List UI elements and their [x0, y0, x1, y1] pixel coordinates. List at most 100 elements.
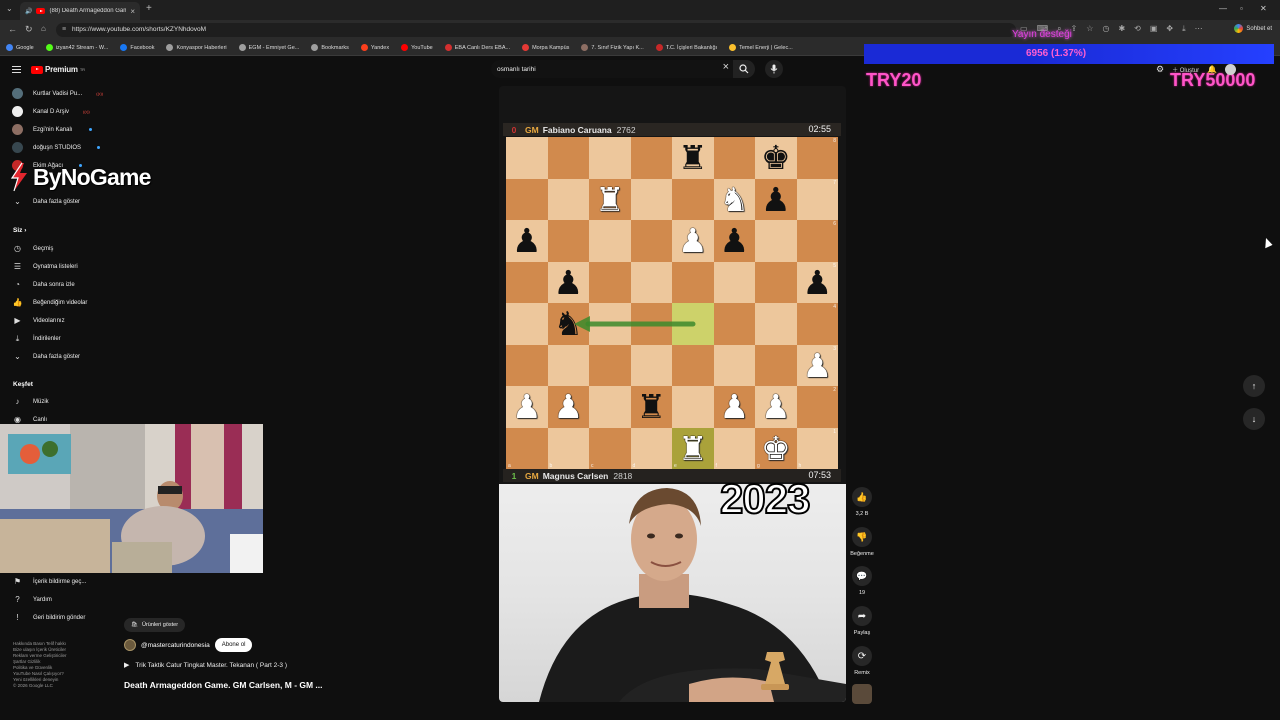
youtube-premium-logo[interactable]: Premium TR	[31, 65, 85, 74]
white-knight-icon: ♞	[719, 179, 750, 219]
bookmark-item[interactable]: Konyaspor Haberleri	[166, 44, 227, 51]
close-window-icon[interactable]: ✕	[1260, 4, 1267, 13]
back-icon[interactable]: ←	[8, 24, 17, 34]
bookmark-item[interactable]: YouTube	[401, 44, 433, 51]
bookmark-item[interactable]: Yandex	[360, 44, 389, 51]
subscription-item[interactable]: Kanal D Arşiv ((•))	[12, 106, 90, 117]
minimize-icon[interactable]: —	[1219, 4, 1227, 13]
history-icon[interactable]: ◷	[1102, 24, 1109, 34]
avatar[interactable]	[1225, 64, 1237, 75]
share-button[interactable]: ➦	[852, 606, 872, 626]
sidebar-item-thumb-up[interactable]: 👍 Beğendiğim videolar	[12, 298, 88, 307]
next-short-button[interactable]: ↓	[1243, 408, 1265, 430]
notifications-icon[interactable]: 🔔	[1207, 65, 1217, 74]
channel-handle[interactable]: @mastercaturindonesia	[141, 642, 210, 649]
comments-button[interactable]: 💬	[852, 566, 872, 586]
lock-icon[interactable]: ≡	[62, 23, 66, 37]
bookmark-item[interactable]: Morpa Kampüs	[522, 44, 569, 51]
sidebar-item-live[interactable]: ◉ Canlı	[12, 415, 47, 424]
channel-avatar	[12, 88, 23, 99]
square-a3	[506, 344, 548, 386]
bookmark-label: Google	[16, 44, 34, 51]
chat-button[interactable]: Sohbet et	[1234, 24, 1272, 33]
subscription-item[interactable]: Ezgi'nin Kanalı	[12, 124, 92, 135]
sidebar-item-download[interactable]: ⤓ İndirilenler	[12, 334, 61, 344]
download-icon[interactable]: ⤓	[1182, 24, 1186, 34]
bookmark-item[interactable]: Bookmarks	[311, 44, 349, 51]
extension-icon[interactable]: ✱	[1118, 24, 1125, 34]
bookmark-item[interactable]: Facebook	[120, 44, 154, 51]
like-action[interactable]: 👍 3,2 B	[849, 487, 875, 517]
clear-search-icon[interactable]: ×	[723, 61, 729, 73]
sidebar-item-feedback[interactable]: ! Geri bildirim gönder	[12, 613, 85, 622]
maximize-icon[interactable]: ▫	[1240, 4, 1243, 13]
create-button[interactable]: ＋ Oluştur	[1172, 65, 1199, 74]
sidebar-item-video[interactable]: ▶ Videolarınız	[12, 316, 64, 325]
previous-short-button[interactable]: ↑	[1243, 375, 1265, 397]
comments-action[interactable]: 💬 19	[849, 566, 875, 596]
square-f4	[713, 303, 755, 345]
puzzle-icon[interactable]: ✥	[1166, 24, 1173, 34]
square-e2	[672, 386, 714, 428]
bookmark-item[interactable]: Google	[6, 44, 34, 51]
settings-icon[interactable]: ⚙	[1156, 64, 1164, 75]
sidebar-item-flag[interactable]: ⚑ İçerik bildirme geç...	[12, 577, 86, 586]
dislike-action[interactable]: 👎 Beğenme	[849, 527, 875, 557]
search-input[interactable]: osmanlı tarihi ×	[491, 60, 755, 78]
new-tab-icon[interactable]: +	[146, 3, 152, 14]
show-more-subscriptions[interactable]: ⌄ Daha fazla göster	[12, 197, 80, 206]
bookmark-item[interactable]: 7. Sınıf Fizik Yapı K...	[581, 44, 644, 51]
url-field[interactable]: ≡ https://www.youtube.com/shorts/KZYNhdo…	[56, 23, 1016, 37]
channel-avatar[interactable]	[124, 639, 136, 651]
short-title[interactable]: Death Armageddon Game. GM Carlsen, M - G…	[124, 680, 323, 690]
bookmark-item[interactable]: T.C. İçişleri Bakanlığı	[655, 44, 717, 51]
sidebar-item-clock[interactable]: ◔ Daha sonra izle	[12, 280, 75, 289]
subscription-item[interactable]: Kurtlar Vadisi Pu... ((•))	[12, 88, 103, 99]
share-action[interactable]: ➦ Paylaş	[849, 606, 875, 636]
subscription-item[interactable]: doğuşn STUDIOS	[12, 142, 101, 153]
bookmark-label: izyan42 Stream - W...	[55, 44, 109, 51]
audio-icon[interactable]: 🔊	[25, 8, 32, 15]
playlist-link[interactable]: ▶ Trik Taktik Catur Tingkat Master. Teka…	[124, 661, 287, 670]
sidebar-item-label: Canlı	[33, 416, 48, 423]
bookmark-item[interactable]: EBA Canlı Ders EBA...	[444, 44, 510, 51]
tab-list-chevron-icon[interactable]: ⌄	[6, 4, 13, 13]
home-icon[interactable]: ⌂	[41, 24, 46, 33]
bookmark-favicon-icon	[655, 44, 663, 51]
black-pawn-icon: ♟	[719, 221, 750, 261]
you-section-header[interactable]: Siz ›	[13, 227, 26, 234]
comment-icon: 💬	[856, 570, 868, 581]
voice-search-button[interactable]	[765, 60, 783, 78]
sidebar-item-music[interactable]: ♪ Müzik	[12, 397, 49, 406]
sound-action[interactable]	[849, 684, 875, 704]
screenshot-icon[interactable]: ▣	[1150, 24, 1158, 34]
sidebar-item-history[interactable]: ◷ Geçmiş	[12, 244, 53, 253]
sound-thumbnail[interactable]	[852, 684, 872, 704]
hamburger-menu-icon[interactable]	[12, 66, 21, 73]
reload-icon[interactable]: ↻	[25, 24, 33, 35]
bookmark-star-icon[interactable]: ☆	[1086, 24, 1093, 34]
show-more-you[interactable]: ⌄ Daha fazla göster	[12, 352, 80, 361]
sidebar-item-playlist[interactable]: ☰ Oynatma listeleri	[12, 262, 78, 271]
dislike-button[interactable]: 👎	[852, 527, 872, 547]
short-video-player[interactable]: 0 GM Fabiano Caruana 2762 02:55 ♜ ♚ 8 ♜ ♞ ♟ 7 ♟…	[499, 86, 846, 702]
square-f8	[713, 137, 755, 179]
subscribe-button[interactable]: Abone ol	[214, 638, 253, 652]
bookmark-item[interactable]: EGM - Emniyet Ge...	[238, 44, 299, 51]
menu-dots-icon[interactable]: ⋯	[1195, 24, 1203, 34]
bookmark-item[interactable]: Temel Enerji | Gelec...	[729, 44, 793, 51]
browser-tab-active[interactable]: 🔊 (88) Death Armageddon Game. ×	[20, 2, 140, 20]
sync-icon[interactable]: ⟲	[1134, 24, 1141, 34]
bookmark-item[interactable]: izyan42 Stream - W...	[45, 44, 109, 51]
remix-button[interactable]: ⟳	[852, 646, 872, 666]
remix-action[interactable]: ⟳ Remix	[849, 646, 875, 676]
youtube-header-left: Premium TR	[12, 65, 85, 74]
white-pawn-icon: ♟	[553, 387, 584, 427]
show-products-button[interactable]: 🛍 Ürünleri göster	[124, 618, 186, 632]
close-tab-icon[interactable]: ×	[130, 7, 135, 16]
square-g1: g ♚	[755, 427, 797, 469]
black-knight-icon: ♞	[553, 304, 584, 344]
like-button[interactable]: 👍	[852, 487, 872, 507]
sidebar-item-help[interactable]: ? Yardım	[12, 595, 52, 604]
search-button[interactable]	[733, 60, 755, 78]
